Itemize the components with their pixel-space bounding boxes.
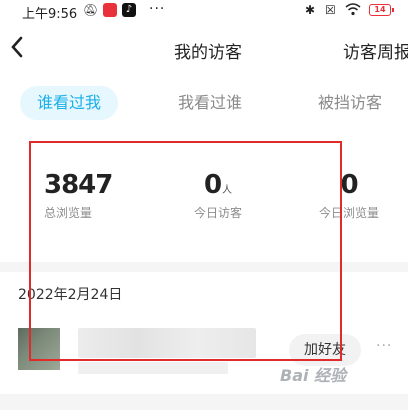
- more-options-icon[interactable]: ···: [376, 338, 392, 354]
- section-divider: [0, 262, 408, 272]
- stat-value: 0: [340, 170, 358, 200]
- stat-label: 今日浏览量: [318, 206, 379, 220]
- status-time: 上午9:56: [22, 7, 78, 22]
- app-notification-icon: [103, 3, 117, 17]
- stat-unit: 人: [222, 185, 233, 196]
- close-icon: ☒: [325, 3, 336, 17]
- blurred-visitor-name: [78, 328, 256, 358]
- bluetooth-icon: ✱: [305, 3, 316, 17]
- visitor-tabs: 谁看过我 我看过谁 被挡访客: [0, 86, 408, 122]
- mute-icon: 🔕︎: [83, 3, 99, 17]
- watermark: Bai 经验: [280, 366, 347, 385]
- wifi-icon: [345, 3, 361, 19]
- tab-who-viewed-me[interactable]: 谁看过我: [20, 86, 118, 120]
- stats-panel: 3847 总浏览量 0人 今日访客 0 今日浏览量: [0, 170, 408, 230]
- stat-today-views: 0 今日浏览量: [316, 170, 382, 221]
- weekly-report-link[interactable]: 访客周报: [343, 38, 408, 63]
- stat-value: 0: [203, 170, 222, 200]
- stat-value: 3847: [44, 170, 113, 200]
- tab-who-i-viewed[interactable]: 我看过谁: [160, 86, 260, 120]
- bottom-divider: [0, 394, 408, 410]
- visitor-screen: 上午9:56 🔕︎ ♪ ··· ✱ ☒ 14 我的访客 访客周报 谁看过我 我看…: [0, 0, 408, 410]
- status-bar: 上午9:56 🔕︎ ♪ ··· ✱ ☒ 14: [0, 0, 408, 22]
- tab-blocked-visitors[interactable]: 被挡访客: [300, 86, 400, 120]
- stat-today-visitors: 0人 今日访客: [190, 170, 246, 221]
- avatar[interactable]: [18, 328, 60, 370]
- stat-label: 总浏览量: [44, 206, 93, 220]
- stat-total-views: 3847 总浏览量: [44, 170, 113, 221]
- visit-date-header: 2022年2月24日: [18, 287, 123, 303]
- visitor-row[interactable]: 加好友 ···: [0, 318, 408, 388]
- stat-label: 今日访客: [193, 206, 242, 220]
- battery-icon: 14: [369, 4, 394, 16]
- more-notifications-icon: ···: [149, 1, 166, 17]
- tiktok-notification-icon: ♪: [122, 3, 136, 17]
- blurred-visitor-info: [78, 362, 228, 374]
- nav-header: 我的访客 访客周报: [0, 28, 408, 70]
